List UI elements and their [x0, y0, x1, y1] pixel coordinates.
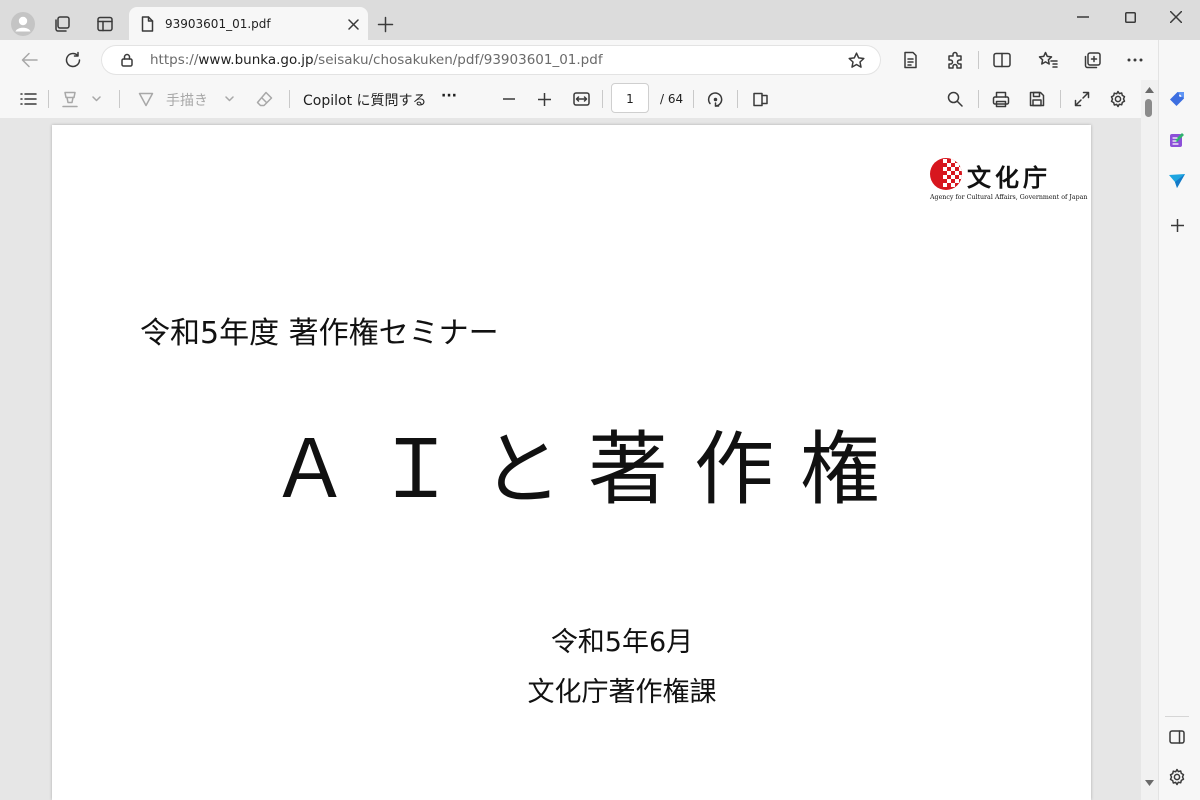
workspaces-icon[interactable]: [52, 14, 72, 34]
agency-logo: 文化庁 Agency for Cultural Affairs, Governm…: [929, 156, 1087, 206]
logo-english-name: Agency for Cultural Affairs, Government …: [930, 194, 1088, 201]
divider: [693, 90, 694, 108]
read-aloud-icon[interactable]: [900, 50, 920, 70]
chevron-down-icon[interactable]: [90, 94, 102, 104]
logo-name: 文化庁: [967, 163, 1051, 192]
divider: [1165, 716, 1189, 717]
scroll-up-icon[interactable]: [1143, 85, 1155, 95]
back-arrow-icon[interactable]: [19, 50, 39, 70]
issuing-division: 文化庁著作権課: [527, 677, 717, 708]
shopping-tag-icon[interactable]: [1167, 89, 1187, 109]
logo-mark: [930, 158, 962, 190]
more-options-icon[interactable]: [1125, 50, 1145, 70]
page-total: / 64: [660, 92, 684, 106]
refresh-icon[interactable]: [62, 49, 84, 71]
zoom-out-icon[interactable]: [500, 90, 518, 108]
sidebar-settings-icon[interactable]: [1166, 766, 1188, 788]
url-path: /seisaku/chosakuken/pdf/93903601_01.pdf: [313, 52, 603, 68]
print-icon[interactable]: [990, 89, 1012, 109]
page-view-icon[interactable]: [750, 89, 770, 109]
document-title: ＡＩと著作権: [270, 423, 906, 516]
edge-sidebar: [1158, 40, 1200, 800]
send-icon[interactable]: [1167, 171, 1187, 191]
search-icon[interactable]: [945, 89, 965, 109]
url-scheme: https://: [150, 52, 199, 68]
divider: [602, 90, 603, 108]
divider: [1060, 90, 1061, 108]
extensions-icon[interactable]: [944, 49, 966, 71]
divider: [978, 51, 979, 69]
scrollbar-thumb[interactable]: [1145, 99, 1152, 117]
vertical-tabs-icon[interactable]: [95, 14, 115, 34]
copilot-ask-button[interactable]: Copilot に質問する: [303, 90, 427, 110]
profile-icon[interactable]: [10, 11, 36, 37]
tools-icon[interactable]: [1167, 130, 1187, 150]
add-sidebar-app-icon[interactable]: [1168, 216, 1186, 234]
chevron-down-icon[interactable]: [223, 94, 235, 104]
divider: [48, 90, 49, 108]
url-text: https://www.bunka.go.jp/seisaku/chosakuk…: [150, 52, 603, 68]
page-number-input[interactable]: 1: [611, 83, 649, 113]
star-icon[interactable]: [847, 51, 865, 69]
collections-icon[interactable]: [1081, 50, 1103, 70]
divider: [119, 90, 120, 108]
maximize-icon[interactable]: [1122, 10, 1138, 24]
draw-icon[interactable]: [136, 89, 156, 109]
divider: [737, 90, 738, 108]
seminar-heading: 令和5年度 著作権セミナー: [140, 316, 499, 351]
eraser-icon[interactable]: [254, 89, 274, 109]
draw-label[interactable]: 手描き: [166, 90, 208, 110]
contents-icon[interactable]: [18, 90, 38, 108]
split-screen-icon[interactable]: [992, 50, 1012, 70]
favorites-icon[interactable]: [1037, 50, 1059, 70]
divider: [289, 90, 290, 108]
close-tab-icon[interactable]: [346, 17, 360, 31]
more-tools-button[interactable]: ···: [441, 88, 457, 104]
active-tab[interactable]: 93903601_01.pdf: [129, 7, 368, 40]
window-close-icon[interactable]: [1167, 9, 1185, 25]
zoom-in-icon[interactable]: [535, 90, 553, 108]
rotate-icon[interactable]: [705, 89, 725, 109]
highlight-icon[interactable]: [60, 89, 80, 109]
document-date: 令和5年6月: [550, 627, 694, 658]
lock-icon[interactable]: [120, 52, 134, 68]
pdf-file-icon: [140, 16, 154, 32]
tab-title: 93903601_01.pdf: [165, 17, 271, 31]
fullscreen-icon[interactable]: [1072, 89, 1092, 109]
divider: [978, 90, 979, 108]
url-host: www.bunka.go.jp: [198, 52, 314, 68]
settings-icon[interactable]: [1107, 88, 1129, 110]
plus-icon[interactable]: [376, 15, 394, 33]
save-icon[interactable]: [1027, 89, 1047, 109]
hide-sidebar-icon[interactable]: [1167, 727, 1187, 747]
minimize-icon[interactable]: [1074, 10, 1092, 24]
scroll-down-icon[interactable]: [1143, 778, 1155, 788]
address-bar[interactable]: https://www.bunka.go.jp/seisaku/chosakuk…: [101, 45, 881, 75]
fit-width-icon[interactable]: [571, 90, 591, 108]
pdf-page: 令和5年度 著作権セミナー ＡＩと著作権 令和5年6月 文化庁著作権課: [52, 125, 1091, 800]
